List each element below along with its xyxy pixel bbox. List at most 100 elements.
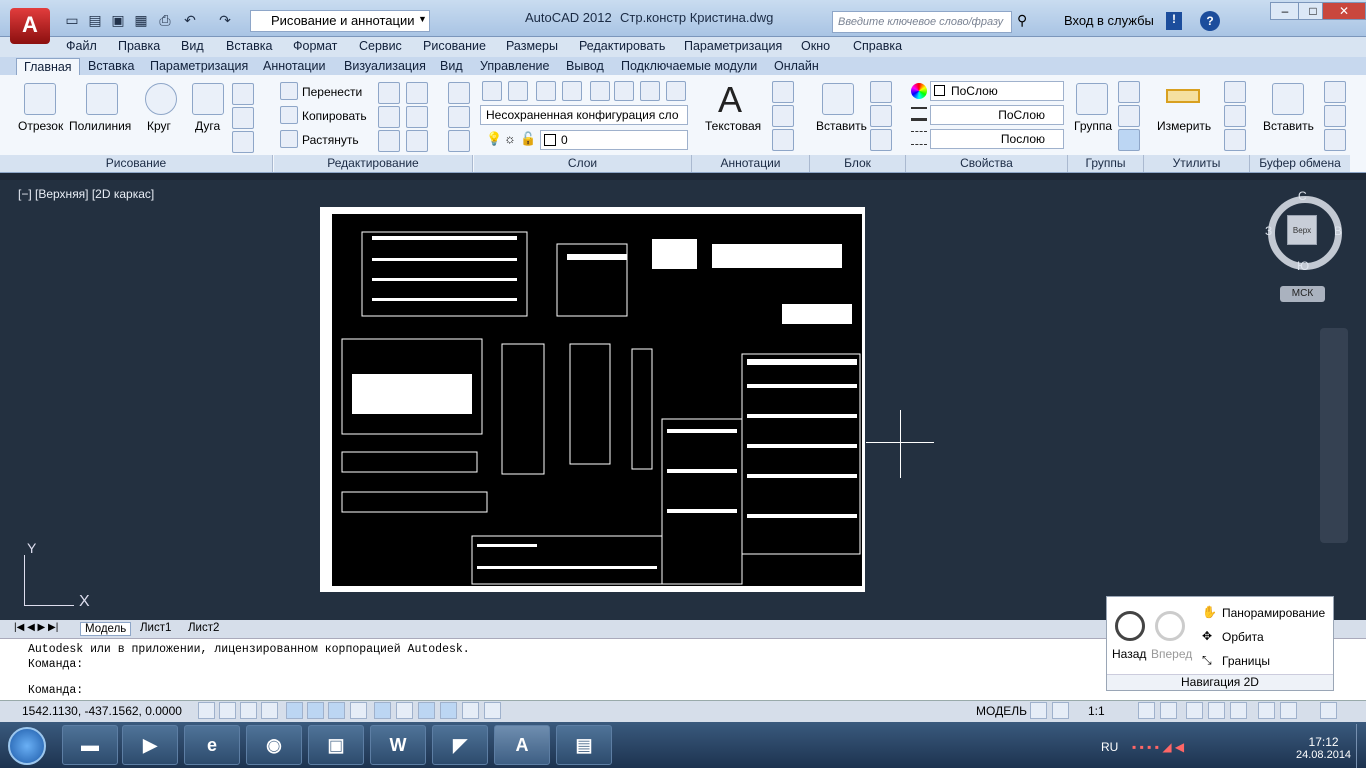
block-insert-button[interactable]: Вставить [816, 119, 867, 133]
explorer-taskbar-icon[interactable]: ▬ [62, 725, 118, 765]
nav-forward-button[interactable]: Вперед [1151, 647, 1192, 661]
match-properties-icon[interactable] [1324, 129, 1346, 151]
copy-clip-icon[interactable] [1324, 105, 1346, 127]
search-input[interactable]: Введите ключевое слово/фразу [832, 11, 1012, 33]
rectangle-icon[interactable] [232, 83, 254, 105]
stretch-button[interactable]: Растянуть [302, 133, 359, 147]
transparency-icon[interactable] [418, 702, 435, 719]
minimize-button[interactable]: – [1270, 2, 1300, 20]
lineweight-toggle-icon[interactable] [396, 702, 413, 719]
application-menu-button[interactable]: A [10, 8, 50, 44]
layer-off-icon[interactable] [536, 81, 556, 101]
tab-addins[interactable]: Подключаемые модули [614, 58, 764, 75]
layout-nav-arrows[interactable]: |◀ ◀ ▶ ▶| [14, 622, 58, 633]
move-icon[interactable] [280, 82, 298, 100]
copy-button[interactable]: Копировать [302, 109, 367, 123]
utilities-panel-title[interactable]: Утилиты [1144, 155, 1250, 172]
sign-in-button[interactable]: Вход в службы [1064, 13, 1154, 28]
nav-back-button[interactable]: Назад [1112, 647, 1146, 661]
layer-properties-icon[interactable] [482, 81, 502, 101]
command-prompt[interactable]: Команда: [28, 684, 83, 697]
menu-format[interactable]: Формат [293, 39, 337, 53]
winrar-taskbar-icon[interactable]: ▤ [556, 725, 612, 765]
menu-insert[interactable]: Вставка [226, 39, 272, 53]
layer-match-icon[interactable] [640, 81, 660, 101]
mirror-icon[interactable] [378, 106, 400, 128]
polar-tracking-icon[interactable] [261, 702, 278, 719]
new-icon[interactable]: ▭ [62, 10, 82, 30]
group-edit-icon[interactable] [1118, 105, 1140, 127]
clean-screen-icon[interactable] [1320, 702, 1337, 719]
tab-annotate[interactable]: Аннотации [256, 58, 332, 75]
group-icon[interactable] [1076, 83, 1108, 115]
tab-parametric[interactable]: Параметризация [143, 58, 255, 75]
visual-studio-taskbar-icon[interactable]: ◤ [432, 725, 488, 765]
tab-model[interactable]: Модель [80, 622, 132, 636]
menu-parametric[interactable]: Параметризация [684, 39, 782, 53]
menu-dimension[interactable]: Размеры [506, 39, 558, 53]
layer-freeze-icon[interactable] [590, 81, 610, 101]
tab-home[interactable]: Главная [16, 58, 80, 75]
undo-icon[interactable]: ↶ [180, 10, 200, 30]
chrome-taskbar-icon[interactable]: ◉ [246, 725, 302, 765]
compass-east[interactable]: В [1334, 224, 1342, 238]
otrack-icon[interactable] [328, 702, 345, 719]
start-button[interactable] [8, 727, 46, 765]
selection-cycling-icon[interactable] [462, 702, 479, 719]
dynamic-input-icon[interactable] [374, 702, 391, 719]
hardware-acceleration-icon[interactable] [1230, 702, 1247, 719]
snap-mode-icon[interactable] [198, 702, 215, 719]
tab-view[interactable]: Вид [433, 58, 470, 75]
select-all-icon[interactable] [1224, 105, 1246, 127]
block-panel-title[interactable]: Блок [810, 155, 906, 172]
menu-file[interactable]: Файл [66, 39, 97, 53]
line-button[interactable]: Отрезок [18, 119, 63, 133]
ortho-mode-icon[interactable] [240, 702, 257, 719]
tab-output[interactable]: Вывод [559, 58, 611, 75]
rotate-icon[interactable] [378, 82, 400, 104]
modify-panel-title[interactable]: Редактирование [274, 155, 473, 172]
menu-modify[interactable]: Редактировать [579, 39, 665, 53]
offset-icon[interactable] [448, 130, 470, 152]
toolbar-lock-icon[interactable] [1208, 702, 1225, 719]
ungroup-icon[interactable] [1118, 81, 1140, 103]
menu-view[interactable]: Вид [181, 39, 204, 53]
autocad-taskbar-icon[interactable]: A [494, 725, 550, 765]
exchange-icon[interactable]: ! [1166, 12, 1182, 30]
lightbulb-status-icon[interactable] [1280, 702, 1297, 719]
coordinates-readout[interactable]: 1542.1130, -437.1562, 0.0000 [22, 704, 182, 718]
hatch-icon[interactable] [232, 107, 254, 129]
forward-arrow-icon[interactable] [1155, 611, 1185, 641]
annotation-visibility-icon[interactable] [1138, 702, 1155, 719]
nav-extents-button[interactable]: Границы [1222, 654, 1270, 668]
compass-south[interactable]: Ю [1297, 259, 1309, 273]
polyline-icon[interactable] [86, 83, 118, 115]
line-icon[interactable] [24, 83, 56, 115]
save-as-icon[interactable]: ▦ [131, 10, 151, 30]
layers-panel-title[interactable]: Слои [474, 155, 692, 172]
block-edit-icon[interactable] [870, 105, 892, 127]
menu-edit[interactable]: Правка [118, 39, 160, 53]
compass-north[interactable]: С [1298, 189, 1307, 203]
lineweight-dropdown[interactable]: ПоСлою [930, 105, 1064, 125]
tab-insert[interactable]: Вставка [81, 58, 141, 75]
show-desktop-button[interactable] [1356, 724, 1366, 768]
grid-display-icon[interactable] [219, 702, 236, 719]
trim-icon[interactable] [406, 82, 428, 104]
measure-button[interactable]: Измерить [1157, 119, 1211, 133]
color-wheel-icon[interactable] [911, 83, 927, 99]
tab-layout2[interactable]: Лист2 [184, 622, 223, 634]
navigation-bar[interactable] [1320, 328, 1348, 543]
erase-icon[interactable] [448, 82, 470, 104]
print-icon[interactable]: ⎙ [155, 10, 175, 30]
layer-state-dropdown[interactable]: Несохраненная конфигурация сло [480, 105, 688, 125]
stretch-icon[interactable] [280, 130, 298, 148]
menu-draw[interactable]: Рисование [423, 39, 486, 53]
save-taskbar-icon[interactable]: ▣ [308, 725, 364, 765]
cut-icon[interactable] [1324, 81, 1346, 103]
move-button[interactable]: Перенести [302, 85, 362, 99]
save-icon[interactable]: ▣ [108, 10, 128, 30]
model-space-button[interactable]: МОДЕЛЬ [976, 704, 1027, 718]
quick-properties-icon[interactable] [440, 702, 457, 719]
layer-walk-icon[interactable] [666, 81, 686, 101]
